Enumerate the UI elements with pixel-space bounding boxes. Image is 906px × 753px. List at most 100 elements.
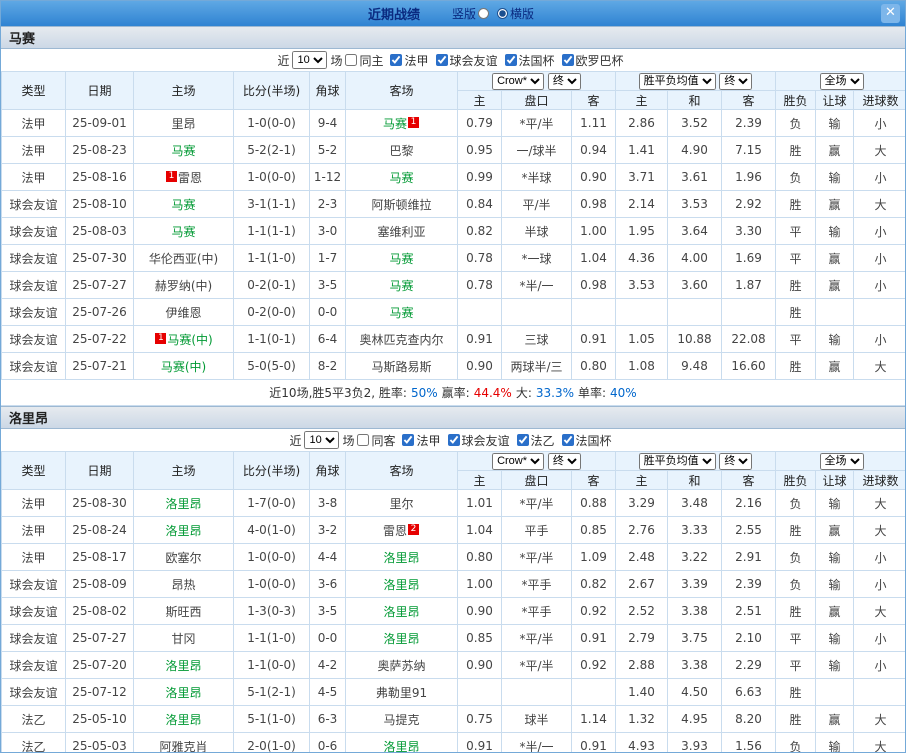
filter-checkbox[interactable]: [505, 54, 517, 66]
avg-home-cell: 1.41: [616, 137, 668, 164]
score-cell: 5-2(2-1): [234, 137, 310, 164]
filter-checkbox[interactable]: [448, 434, 460, 446]
home-team-cell: 洛里昂: [134, 517, 234, 544]
match-row: 法乙25-05-10洛里昂5-1(1-0)6-3马提克0.75球半1.141.3…: [2, 706, 906, 733]
close-icon[interactable]: ✕: [881, 4, 900, 23]
layout-vertical-option[interactable]: 竖版: [452, 5, 489, 22]
handicap-result-cell: 赢: [816, 517, 854, 544]
avg-home-cell: 2.48: [616, 544, 668, 571]
layout-horizontal-option[interactable]: 横版: [497, 5, 534, 22]
team-name: 马赛: [171, 225, 195, 239]
avg-type-select[interactable]: 胜平负均值: [639, 453, 716, 470]
league-type-cell: 球会友谊: [2, 625, 66, 652]
avg-draw-cell: 3.61: [668, 164, 722, 191]
odds-final-select[interactable]: 终: [548, 453, 581, 470]
results-table: 类型 日期 主场 比分(半场) 角球 客场 Crow* 终 胜平负均值 终: [1, 71, 906, 380]
avg-away-cell: 7.15: [722, 137, 776, 164]
team-name: 洛里昂: [165, 524, 201, 538]
match-row: 球会友谊25-07-26伊维恩0-2(0-0)0-0马赛胜: [2, 299, 906, 326]
filter-checkbox[interactable]: [562, 434, 574, 446]
team-name: 洛里昂: [383, 605, 419, 619]
filter-checkbox[interactable]: [402, 434, 414, 446]
col-type: 类型: [2, 72, 66, 110]
team-name: 昂热: [171, 578, 195, 592]
avg-home-cell: 3.53: [616, 272, 668, 299]
avg-away-cell: 3.30: [722, 218, 776, 245]
match-count-select[interactable]: 10: [292, 51, 327, 69]
home-team-cell: 1雷恩: [134, 164, 234, 191]
table-header: 类型 日期 主场 比分(半场) 角球 客场 Crow* 终 胜平负均值 终: [2, 72, 906, 110]
match-row: 法乙25-05-03阿雅克肖2-0(1-0)0-6洛里昂0.91*半/一0.91…: [2, 733, 906, 753]
goals-result-cell: 小: [854, 272, 906, 299]
filter-checkbox-option[interactable]: 球会友谊: [436, 52, 498, 69]
handicap-cell: *平/半: [502, 544, 572, 571]
odds-company-select[interactable]: Crow*: [492, 453, 544, 470]
filter-checkbox-option[interactable]: 法乙: [517, 432, 555, 449]
filter-checkbox-label: 法甲: [404, 52, 428, 69]
score-cell: 1-7(0-0): [234, 490, 310, 517]
odds-company-select[interactable]: Crow*: [492, 73, 544, 90]
col-corner: 角球: [310, 452, 346, 490]
filter-checkbox-option[interactable]: 同主: [345, 52, 383, 69]
avg-final-select[interactable]: 终: [719, 73, 752, 90]
filter-checkbox[interactable]: [562, 54, 574, 66]
league-type-cell: 法乙: [2, 733, 66, 753]
match-date-cell: 25-07-27: [66, 272, 134, 299]
vertical-radio[interactable]: [478, 8, 489, 19]
filter-checkbox[interactable]: [357, 434, 369, 446]
handicap-cell: *平/半: [502, 625, 572, 652]
filter-checkbox-option[interactable]: 法国杯: [505, 52, 555, 69]
scope-select[interactable]: 全场: [820, 453, 864, 470]
handicap-result-cell: 赢: [816, 137, 854, 164]
horizontal-radio[interactable]: [497, 8, 508, 19]
handicap-result-cell: 输: [816, 326, 854, 353]
league-type-cell: 球会友谊: [2, 218, 66, 245]
avg-final-select[interactable]: 终: [719, 453, 752, 470]
league-type-cell: 法甲: [2, 137, 66, 164]
avg-group-header: 胜平负均值 终: [616, 452, 776, 471]
team-name: 里尔: [389, 497, 413, 511]
scope-select[interactable]: 全场: [820, 73, 864, 90]
match-row: 球会友谊25-08-10马赛3-1(1-1)2-3阿斯顿维拉0.84平/半0.9…: [2, 191, 906, 218]
goals-result-cell: 大: [854, 733, 906, 753]
filter-checkbox[interactable]: [436, 54, 448, 66]
result-cell: 负: [776, 110, 816, 137]
filter-checkbox-option[interactable]: 法甲: [402, 432, 440, 449]
result-cell: 平: [776, 625, 816, 652]
avg-away-cell: 2.55: [722, 517, 776, 544]
filter-checkbox-option[interactable]: 欧罗巴杯: [562, 52, 624, 69]
avg-draw-cell: 4.50: [668, 679, 722, 706]
filter-checkbox[interactable]: [345, 54, 357, 66]
avg-home-cell: 1.05: [616, 326, 668, 353]
home-odds-cell: 0.90: [458, 652, 502, 679]
avg-draw-cell: 3.38: [668, 598, 722, 625]
avg-group-header: 胜平负均值 终: [616, 72, 776, 91]
match-date-cell: 25-08-09: [66, 571, 134, 598]
titlebar: 近期战绩 竖版 横版 ✕: [1, 1, 905, 26]
filter-checkbox[interactable]: [390, 54, 402, 66]
filter-checkbox-label: 球会友谊: [450, 52, 498, 69]
col-date: 日期: [66, 72, 134, 110]
handicap-result-cell: 输: [816, 110, 854, 137]
away-odds-cell: 0.88: [572, 490, 616, 517]
avg-type-select[interactable]: 胜平负均值: [639, 73, 716, 90]
match-row: 球会友谊25-08-03马赛1-1(1-1)3-0塞维利亚0.82半球1.001…: [2, 218, 906, 245]
avg-away-cell: 2.91: [722, 544, 776, 571]
filter-checkbox-option[interactable]: 法甲: [390, 52, 428, 69]
odds-final-select[interactable]: 终: [548, 73, 581, 90]
home-odds-cell: 0.90: [458, 598, 502, 625]
filter-checkbox[interactable]: [517, 434, 529, 446]
away-team-cell: 洛里昂: [346, 733, 458, 753]
avg-home-cell: 2.52: [616, 598, 668, 625]
avg-draw-cell: 3.93: [668, 733, 722, 753]
handicap-cell: 球半: [502, 706, 572, 733]
filter-checkbox-option[interactable]: 球会友谊: [448, 432, 510, 449]
filter-checkbox-option[interactable]: 法国杯: [562, 432, 612, 449]
scope-group-header: 全场: [776, 72, 906, 91]
near-label: 近: [277, 52, 289, 69]
col-date: 日期: [66, 452, 134, 490]
filter-checkbox-option[interactable]: 同客: [357, 432, 395, 449]
handicap-cell: [502, 299, 572, 326]
corner-cell: 3-5: [310, 598, 346, 625]
match-count-select[interactable]: 10: [304, 431, 339, 449]
